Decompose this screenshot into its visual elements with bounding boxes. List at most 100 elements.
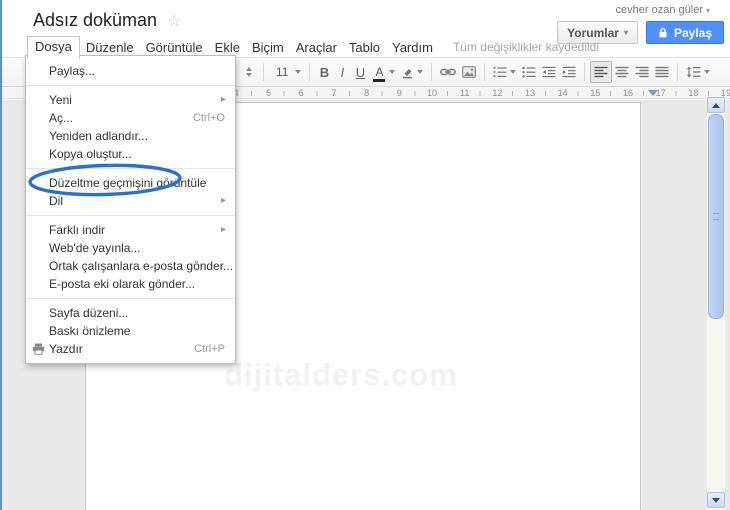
ruler-number: 11 (457, 88, 472, 98)
toolbar-separator (263, 63, 264, 81)
menu-bicim[interactable]: Biçim (246, 38, 290, 57)
ruler-number: 15 (588, 88, 603, 98)
line-spacing-icon (687, 66, 701, 78)
menu-item-email-attachment[interactable]: E-posta eki olarak gönder... (26, 275, 235, 293)
menu-dosya[interactable]: Dosya (27, 35, 80, 59)
chevron-down-icon: ▾ (705, 6, 710, 15)
numbered-list-icon (493, 67, 507, 77)
menu-item-language[interactable]: Dil ▸ (26, 192, 235, 210)
zoom-spinner-icon[interactable] (240, 61, 258, 83)
menu-yardim[interactable]: Yardım (386, 38, 439, 57)
menu-araclar[interactable]: Araçlar (290, 38, 343, 57)
ruler-number: 12 (490, 88, 505, 98)
menu-item-print[interactable]: Yazdır Ctrl+P (26, 340, 235, 358)
align-justify-icon (655, 66, 669, 78)
align-left-icon (594, 66, 608, 78)
menu-item-page-setup[interactable]: Sayfa düzeni... (26, 304, 235, 322)
ruler-number: 7 (329, 88, 339, 98)
menu-divider (26, 168, 235, 169)
font-size-value: 11 (276, 65, 289, 79)
scroll-up-button[interactable] (707, 97, 725, 113)
toolbar-separator (431, 63, 433, 81)
menubar: Dosya Düzenle Görüntüle Ekle Biçim Araçl… (27, 35, 599, 59)
italic-button[interactable]: I (333, 61, 351, 83)
share-button-label: Paylaş (673, 25, 712, 40)
line-spacing-button[interactable] (683, 61, 713, 83)
bulleted-list-button[interactable] (519, 61, 539, 83)
submenu-arrow-icon: ▸ (220, 195, 226, 206)
submenu-arrow-icon: ▸ (220, 94, 226, 105)
toolbar-separator (309, 63, 311, 81)
font-size-select[interactable]: 11 (269, 61, 304, 83)
menu-item-download-as[interactable]: Farklı indir ▸ (26, 221, 235, 239)
account-menu[interactable]: cevher ozan güler ▾ (616, 4, 710, 16)
align-right-icon (635, 66, 649, 78)
menu-item-share[interactable]: Paylaş... (26, 62, 235, 80)
toolbar-separator (484, 63, 486, 81)
bulleted-list-icon (522, 66, 536, 78)
menu-divider (26, 85, 235, 86)
ruler-number: 13 (522, 88, 538, 98)
margin-marker[interactable] (648, 90, 658, 96)
insert-image-button[interactable] (459, 61, 479, 83)
indent-button[interactable] (559, 61, 579, 83)
menu-item-rename[interactable]: Yeniden adlandır... (26, 127, 235, 145)
bold-button[interactable]: B (315, 61, 333, 83)
window-edge (0, 0, 2, 510)
highlight-color-button[interactable] (398, 61, 426, 83)
file-menu-dropdown: Paylaş... Yeni ▸ Aç... Ctrl+O Yeniden adla… (25, 55, 236, 364)
menu-goruntule[interactable]: Görüntüle (140, 38, 209, 57)
align-justify-button[interactable] (652, 61, 672, 83)
insert-link-button[interactable] (437, 61, 459, 83)
toolbar-separator (584, 63, 586, 81)
indent-icon (562, 66, 576, 78)
arrow-down-icon (712, 497, 720, 503)
chevron-down-icon (389, 70, 396, 74)
watermark: dijitalders.com (224, 357, 458, 392)
lock-icon (659, 27, 667, 37)
scroll-down-button[interactable] (707, 492, 725, 508)
menu-tablo[interactable]: Tablo (343, 38, 386, 57)
menu-divider (26, 215, 235, 216)
menu-item-open[interactable]: Aç... Ctrl+O (26, 109, 235, 127)
submenu-arrow-icon: ▸ (220, 224, 226, 235)
menu-item-make-copy[interactable]: Kopya oluştur... (26, 145, 235, 163)
menu-item-email-collaborators[interactable]: Ortak çalışanlara e-posta gönder... (26, 257, 235, 275)
toolbar-separator (677, 63, 679, 81)
menu-item-publish-web[interactable]: Web'de yayınla... (26, 239, 235, 257)
underline-button[interactable]: U (351, 61, 369, 83)
align-right-button[interactable] (632, 61, 652, 83)
chevron-down-icon: ▾ (623, 28, 628, 37)
title-row: Adsız doküman ☆ (33, 10, 181, 31)
highlighter-icon (403, 68, 413, 78)
ruler-number: 14 (555, 88, 570, 98)
ruler-number: 16 (621, 88, 636, 98)
chevron-down-icon (295, 70, 302, 74)
menu-ekle[interactable]: Ekle (209, 38, 246, 57)
star-icon[interactable]: ☆ (167, 11, 181, 31)
menu-duzenle[interactable]: Düzenle (80, 38, 140, 57)
image-icon (462, 66, 477, 78)
align-left-button[interactable] (590, 61, 613, 83)
ruler-number: 18 (686, 88, 701, 98)
outdent-icon (542, 66, 556, 78)
text-color-button[interactable]: A (369, 61, 398, 83)
align-center-button[interactable] (612, 61, 632, 83)
menu-item-new[interactable]: Yeni ▸ (26, 91, 235, 109)
menu-item-print-preview[interactable]: Baskı önizleme (26, 322, 235, 340)
outdent-button[interactable] (539, 61, 559, 83)
menu-item-revision-history[interactable]: Düzeltme geçmişini görüntüle (26, 174, 235, 192)
vertical-scrollbar[interactable] (707, 97, 725, 510)
shortcut-label: Ctrl+P (194, 343, 225, 355)
shortcut-label: Ctrl+O (192, 112, 225, 124)
scrollbar-thumb[interactable] (708, 114, 724, 319)
chevron-down-icon (417, 70, 424, 74)
google-docs-window: cevher ozan güler ▾ Adsız doküman ☆ Yorum… (0, 0, 730, 510)
document-title[interactable]: Adsız doküman (33, 10, 157, 31)
share-button[interactable]: Paylaş (645, 21, 724, 44)
ruler-number: 6 (296, 88, 306, 98)
ruler-number: 9 (394, 88, 404, 98)
ruler-number: 5 (264, 88, 274, 98)
printer-icon (32, 343, 45, 355)
numbered-list-button[interactable] (490, 61, 519, 83)
